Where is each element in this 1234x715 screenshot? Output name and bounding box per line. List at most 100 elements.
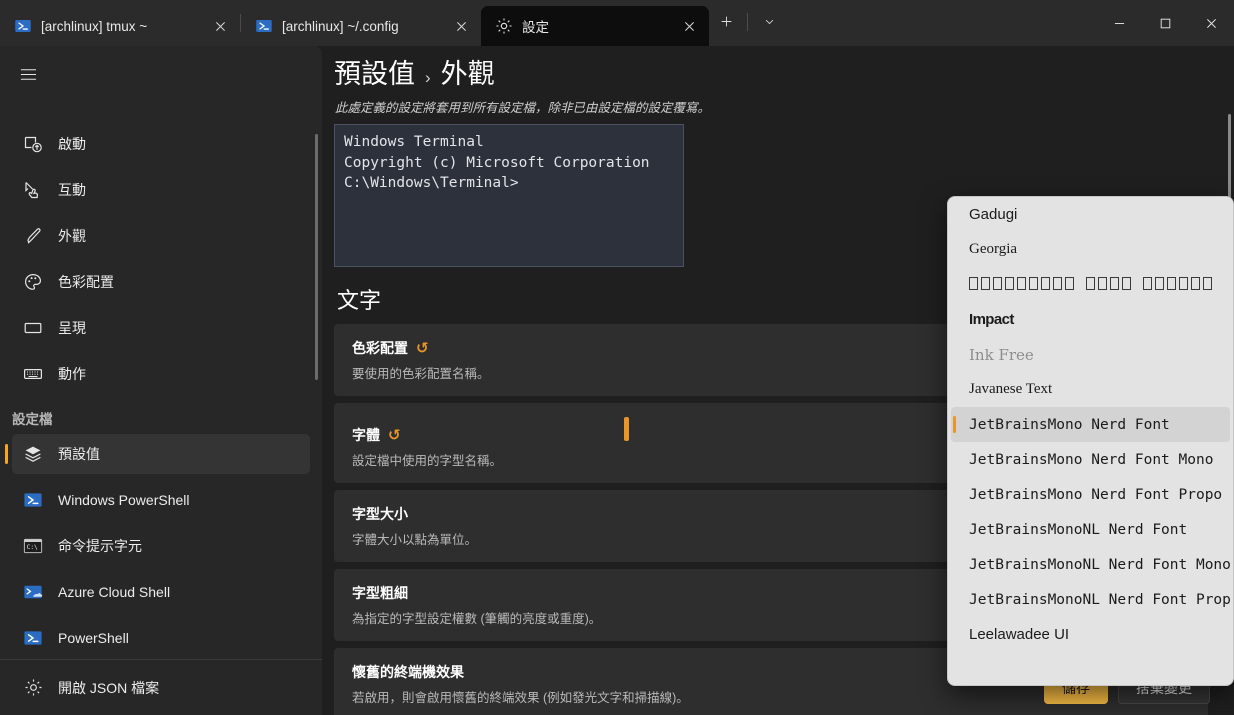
powershell-icon <box>22 489 44 511</box>
font-option-label: Javanese Text <box>969 381 1053 397</box>
font-option-12[interactable]: JetBrainsMonoNL Nerd Font Propo <box>951 582 1230 617</box>
font-option-label: Ink Free <box>969 345 1034 364</box>
font-dropdown-flyout[interactable]: Gadugi Georgia Impact Ink Free Javanese Text… <box>947 196 1234 686</box>
monitor-icon <box>22 317 44 339</box>
font-option-11[interactable]: JetBrainsMonoNL Nerd Font Mono <box>951 547 1230 582</box>
sidebar-item-label: 外觀 <box>58 228 86 244</box>
terminal-preview: Windows Terminal Copyright (c) Microsoft… <box>334 124 684 267</box>
hamburger-icon[interactable] <box>6 54 50 94</box>
sidebar-item-label: 啟動 <box>58 136 86 152</box>
tab-2[interactable]: [archlinux] ~/.config <box>241 6 481 46</box>
sidebar-item-3[interactable]: 外觀 <box>12 216 310 256</box>
sidebar-item-label: 互動 <box>58 182 86 198</box>
font-option-label <box>969 277 1215 292</box>
minimize-button[interactable] <box>1096 0 1142 46</box>
sidebar-profiles-header: 設定檔 <box>12 412 53 427</box>
sidebar-item-label: Azure Cloud Shell <box>58 584 171 600</box>
font-option-4[interactable]: Impact <box>951 302 1230 337</box>
startup-icon <box>22 133 44 155</box>
tab-1[interactable]: [archlinux] tmux ~ <box>0 6 240 46</box>
setting-title-text: 字型大小 <box>352 506 408 522</box>
font-option-9[interactable]: JetBrainsMono Nerd Font Propo <box>951 477 1230 512</box>
font-option-2[interactable]: Georgia <box>951 232 1230 267</box>
font-option-label: JetBrainsMonoNL Nerd Font Mono <box>969 556 1230 573</box>
gear-icon <box>495 17 513 35</box>
font-option-13[interactable]: Leelawadee UI <box>951 617 1230 652</box>
tab-title: [archlinux] ~/.config <box>282 18 399 34</box>
font-option-6[interactable]: Javanese Text <box>951 372 1230 407</box>
font-option-label: JetBrainsMono Nerd Font Propo <box>969 486 1223 503</box>
close-button[interactable] <box>1188 0 1234 46</box>
brush-icon <box>22 225 44 247</box>
gear-icon <box>22 677 44 699</box>
sidebar-item-label: 動作 <box>58 366 86 382</box>
font-option-8[interactable]: JetBrainsMono Nerd Font Mono <box>951 442 1230 477</box>
sidebar-item-label: 呈現 <box>58 320 86 336</box>
sidebar-profile-3[interactable]: C:\ 命令提示字元 <box>12 526 310 566</box>
sidebar-profile-1[interactable]: 預設值 <box>5 434 310 474</box>
font-option-3[interactable] <box>951 267 1230 302</box>
sidebar-item-open-json[interactable]: 開啟 JSON 檔案 <box>12 668 310 708</box>
layers-icon <box>22 443 44 465</box>
sidebar-nav: 啟動互動外觀色彩配置呈現動作設定檔預設值 Windows PowerShell C:… <box>0 124 322 659</box>
font-option-label: Georgia <box>969 241 1018 257</box>
sidebar-scrollbar[interactable] <box>315 134 318 380</box>
font-option-label: JetBrainsMono Nerd Font Mono <box>969 451 1214 468</box>
sidebar: 啟動互動外觀色彩配置呈現動作設定檔預設值 Windows PowerShell C:… <box>0 46 322 715</box>
powershell-icon <box>22 627 44 649</box>
font-option-5[interactable]: Ink Free <box>951 337 1230 372</box>
font-option-label: JetBrainsMonoNL Nerd Font Propo <box>969 591 1230 608</box>
breadcrumb: 預設值 › 外觀 <box>334 46 1208 91</box>
tab-actions <box>709 0 786 46</box>
window-controls <box>1096 0 1234 46</box>
breadcrumb-current: 外觀 <box>440 59 495 89</box>
keyboard-icon <box>22 363 44 385</box>
tab-close-icon[interactable] <box>675 12 703 40</box>
title-bar: [archlinux] tmux ~ [archlinux] ~/.config 設… <box>0 0 1234 46</box>
sidebar-profile-5[interactable]: PowerShell <box>12 618 310 658</box>
palette-icon <box>22 271 44 293</box>
sidebar-item-label: 預設值 <box>58 446 100 462</box>
sidebar-item-label: PowerShell <box>58 630 129 646</box>
cursor-icon <box>22 179 44 201</box>
sidebar-item-label: Windows PowerShell <box>58 492 190 508</box>
sidebar-item-2[interactable]: 互動 <box>12 170 310 210</box>
sidebar-item-label: 色彩配置 <box>58 274 114 290</box>
font-setting-accent-bar <box>624 417 629 441</box>
sidebar-item-4[interactable]: 色彩配置 <box>12 262 310 302</box>
tab-strip: [archlinux] tmux ~ [archlinux] ~/.config 設… <box>0 0 709 46</box>
tab-title: [archlinux] tmux ~ <box>41 18 148 34</box>
svg-text:C:\: C:\ <box>27 544 38 551</box>
tab-close-icon[interactable] <box>447 12 475 40</box>
tab-dropdown-button[interactable] <box>752 7 786 37</box>
tab-title: 設定 <box>522 20 549 35</box>
tab-actions-divider <box>747 12 748 31</box>
sidebar-profile-4[interactable]: Azure Cloud Shell <box>12 572 310 612</box>
sidebar-item-6[interactable]: 動作 <box>12 354 310 394</box>
font-option-10[interactable]: JetBrainsMonoNL Nerd Font <box>951 512 1230 547</box>
setting-title-text: 字型粗細 <box>352 585 408 601</box>
font-option-7[interactable]: JetBrainsMono Nerd Font <box>951 407 1230 442</box>
tab-3[interactable]: 設定 <box>481 6 709 46</box>
page-subtitle: 此處定義的設定將套用到所有設定檔，除非已由設定檔的設定覆寫。 <box>335 101 711 115</box>
new-tab-button[interactable] <box>709 7 743 37</box>
reset-icon[interactable]: ↺ <box>388 428 401 443</box>
maximize-button[interactable] <box>1142 0 1188 46</box>
sidebar-item-1[interactable]: 啟動 <box>12 124 310 164</box>
font-option-1[interactable]: Gadugi <box>951 197 1230 232</box>
reset-icon[interactable]: ↺ <box>416 341 429 356</box>
breadcrumb-parent[interactable]: 預設值 <box>334 52 415 91</box>
breadcrumb-separator-icon: › <box>425 68 431 87</box>
sidebar-item-5[interactable]: 呈現 <box>12 308 310 348</box>
font-option-label: Impact <box>969 311 1014 328</box>
setting-title-text: 字體 <box>352 427 380 443</box>
font-option-label: JetBrainsMono Nerd Font <box>969 416 1170 433</box>
font-option-label: Leelawadee UI <box>969 626 1070 643</box>
sidebar-footer: 開啟 JSON 檔案 <box>0 659 322 715</box>
sidebar-profile-2[interactable]: Windows PowerShell <box>12 480 310 520</box>
powershell-icon <box>14 17 32 35</box>
tab-close-icon[interactable] <box>206 12 234 40</box>
cmd-icon: C:\ <box>22 535 44 557</box>
sidebar-item-label: 開啟 JSON 檔案 <box>58 679 160 696</box>
powershell-icon <box>255 17 273 35</box>
